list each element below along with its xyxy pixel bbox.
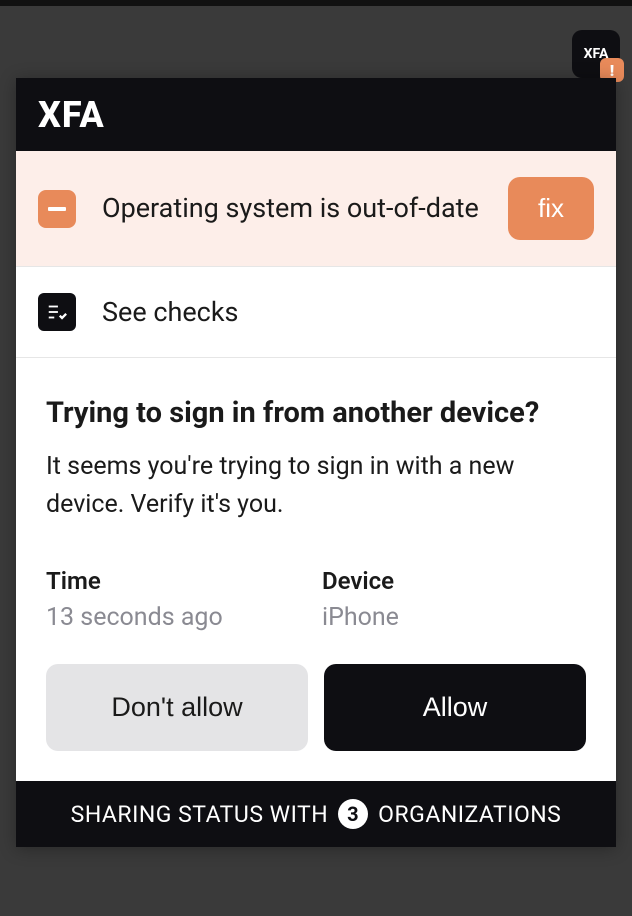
time-column: Time 13 seconds ago <box>46 567 310 632</box>
checklist-icon <box>38 293 76 331</box>
fix-button[interactable]: fix <box>508 177 594 240</box>
footer-prefix: SHARING STATUS WITH <box>71 801 329 828</box>
footer-suffix: ORGANIZATIONS <box>378 801 561 828</box>
time-value: 13 seconds ago <box>46 603 310 632</box>
alert-glyph: ! <box>610 61 614 80</box>
popup-header: XFA <box>16 78 616 151</box>
see-checks-row[interactable]: See checks <box>16 267 616 358</box>
signin-subtitle: It seems you're trying to sign in with a… <box>46 448 586 523</box>
device-label: Device <box>322 567 586 595</box>
device-column: Device iPhone <box>322 567 586 632</box>
signin-details: Time 13 seconds ago Device iPhone <box>46 567 586 632</box>
see-checks-label: See checks <box>102 296 238 328</box>
minus-icon <box>38 190 76 228</box>
time-label: Time <box>46 567 310 595</box>
deny-button[interactable]: Don't allow <box>46 664 308 751</box>
action-buttons: Don't allow Allow <box>46 664 586 751</box>
os-alert-row: Operating system is out-of-date fix <box>16 151 616 267</box>
browser-chrome: XFA ! <box>0 0 632 78</box>
alert-message: Operating system is out-of-date <box>102 190 482 226</box>
logo: XFA <box>38 94 105 136</box>
signin-section: Trying to sign in from another device? I… <box>16 358 616 781</box>
extension-popup: XFA Operating system is out-of-date fix … <box>16 78 616 847</box>
allow-button[interactable]: Allow <box>324 664 586 751</box>
signin-title: Trying to sign in from another device? <box>46 396 586 430</box>
device-value: iPhone <box>322 603 586 632</box>
sharing-footer[interactable]: SHARING STATUS WITH 3 ORGANIZATIONS <box>16 781 616 847</box>
extension-badge[interactable]: XFA ! <box>572 30 620 78</box>
org-count-badge: 3 <box>338 799 368 829</box>
